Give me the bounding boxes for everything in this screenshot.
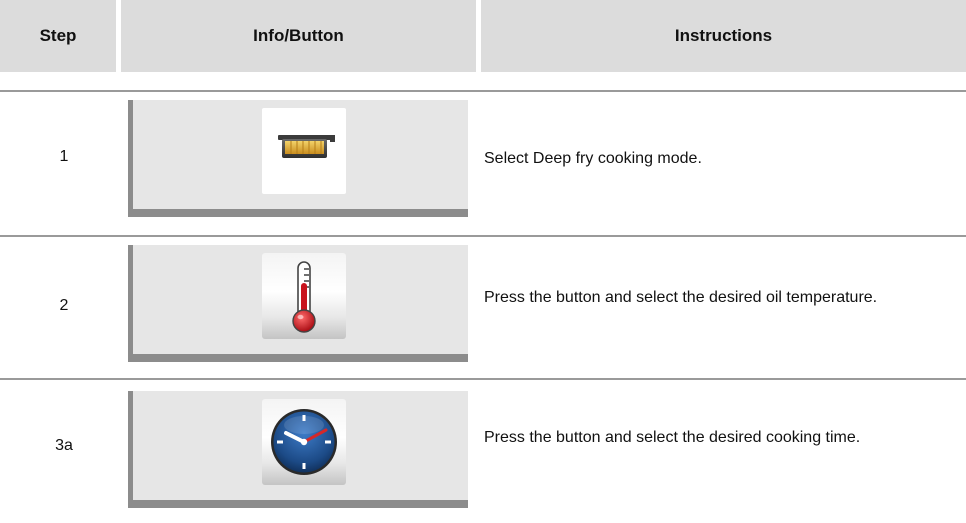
row-separator xyxy=(0,378,966,380)
row-separator xyxy=(0,235,966,237)
cooking-time-button[interactable] xyxy=(262,399,346,485)
row-separator xyxy=(0,90,966,92)
instruction-text: Press the button and select the desired … xyxy=(484,429,861,446)
instruction-text: Press the button and select the desired … xyxy=(484,289,878,306)
clock-icon xyxy=(271,409,337,475)
deep-fry-pot-icon xyxy=(278,135,335,158)
thermometer-icon xyxy=(292,261,316,333)
temperature-button[interactable] xyxy=(262,253,346,339)
header-info-button: Info/Button xyxy=(121,0,476,72)
info-button-panel xyxy=(128,100,468,217)
step-number: 2 xyxy=(59,297,69,314)
info-button-panel xyxy=(128,391,468,508)
deep-fry-mode-button[interactable] xyxy=(262,108,346,194)
step-number: 1 xyxy=(59,148,69,165)
header-step: Step xyxy=(0,0,116,72)
instruction-text: Select Deep fry cooking mode. xyxy=(484,150,702,167)
info-button-panel xyxy=(128,245,468,362)
header-instructions: Instructions xyxy=(481,0,966,72)
step-number: 3a xyxy=(55,437,73,454)
